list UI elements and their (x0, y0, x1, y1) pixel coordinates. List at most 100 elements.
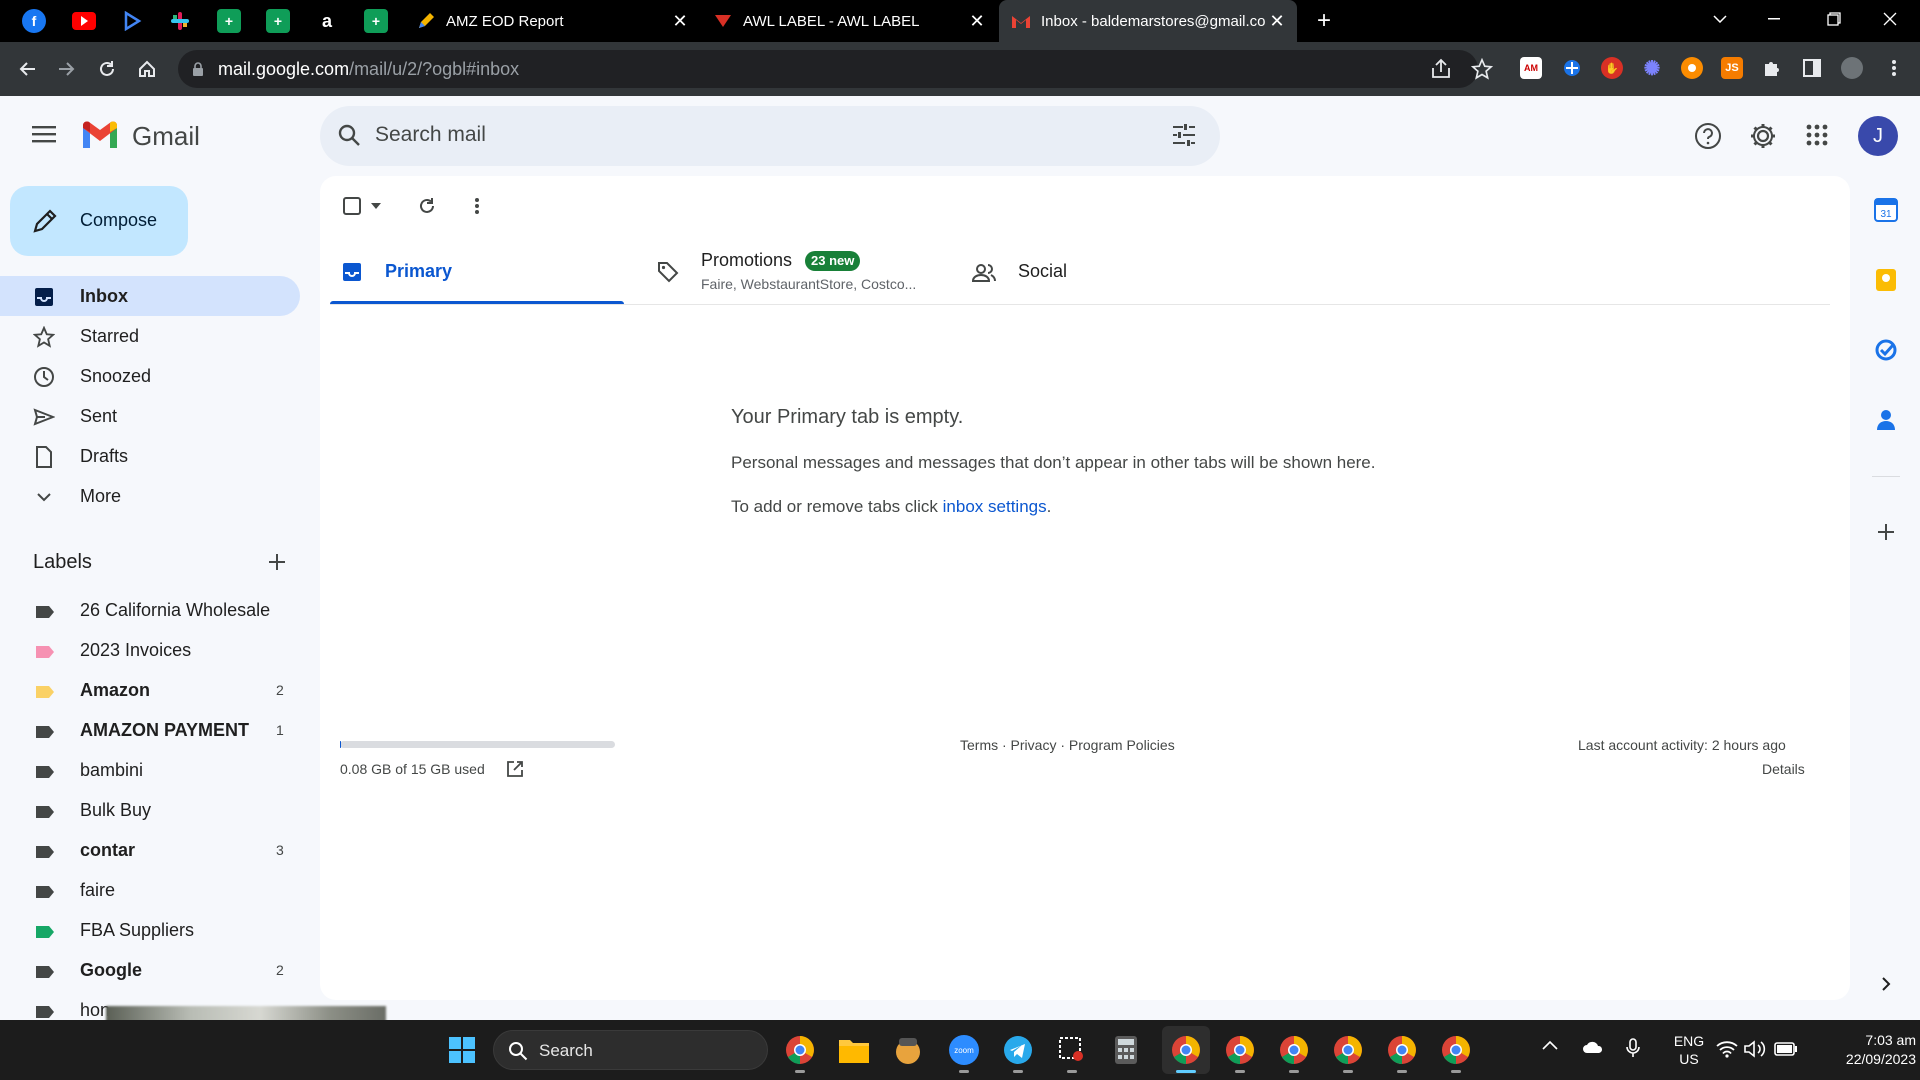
google-apps-icon[interactable] (1806, 124, 1828, 146)
tab-awl-label[interactable]: AWL LABEL - AWL LABEL ✕ (701, 0, 997, 42)
windows-start-icon[interactable] (444, 1032, 480, 1068)
microphone-icon[interactable] (1626, 1038, 1640, 1058)
chrome-profile-icon[interactable] (1438, 1032, 1474, 1068)
inbox-settings-link[interactable]: inbox settings (943, 497, 1047, 516)
close-icon[interactable]: ✕ (1267, 11, 1287, 31)
chrome-profile-icon[interactable] (1168, 1032, 1204, 1068)
more-options-icon[interactable] (459, 188, 495, 224)
extension-blue-icon[interactable] (1561, 57, 1583, 79)
amazon-icon[interactable]: a (315, 9, 339, 33)
gmail-logo-icon[interactable] (80, 120, 120, 150)
label-item[interactable]: contar 3 (0, 830, 300, 870)
compose-button[interactable]: Compose (10, 186, 188, 256)
keep-icon[interactable] (1872, 266, 1900, 294)
volume-icon[interactable] (1744, 1040, 1766, 1058)
chrome-profile-icon[interactable] (1330, 1032, 1366, 1068)
sidebar-item-inbox[interactable]: Inbox (0, 276, 300, 316)
calculator-icon[interactable] (1108, 1032, 1144, 1068)
new-tab-button[interactable]: + (1312, 9, 1336, 33)
taskbar-search-box[interactable]: Search (493, 1030, 768, 1070)
calendar-icon[interactable]: 31 (1872, 196, 1900, 224)
wifi-icon[interactable] (1716, 1040, 1738, 1058)
chrome-profile-icon[interactable] (1222, 1032, 1258, 1068)
telegram-icon[interactable] (1000, 1032, 1036, 1068)
label-item[interactable]: Google 2 (0, 950, 300, 990)
label-item[interactable]: 2023 Invoices (0, 630, 300, 670)
sidebar-item-drafts[interactable]: Drafts (0, 436, 300, 476)
back-button[interactable] (12, 54, 42, 84)
extension-circle-icon[interactable] (1681, 57, 1703, 79)
reload-button[interactable] (92, 54, 122, 84)
footer-links[interactable]: Terms · Privacy · Program Policies (960, 737, 1175, 753)
system-clock[interactable]: 7:03 am 22/09/2023 (1800, 1031, 1916, 1069)
account-avatar[interactable]: J (1858, 116, 1898, 156)
extension-star-icon[interactable]: ✺ (1641, 57, 1663, 80)
search-input[interactable]: Search mail (375, 123, 486, 147)
snipping-tool-icon[interactable] (1054, 1032, 1090, 1068)
activity-details-link[interactable]: Details (1762, 761, 1805, 777)
open-external-icon[interactable] (506, 760, 524, 778)
tab-promotions[interactable]: Promotions 23 new Faire, WebstaurantStor… (645, 244, 955, 304)
app-character-icon[interactable] (890, 1032, 926, 1068)
side-panel-icon[interactable] (1801, 57, 1823, 79)
settings-gear-icon[interactable] (1749, 122, 1777, 150)
label-item[interactable]: Bulk Buy (0, 790, 300, 830)
minimize-button[interactable] (1746, 0, 1802, 38)
label-item[interactable]: 26 California Wholesale (0, 590, 300, 630)
youtube-icon[interactable] (72, 9, 96, 33)
chrome-menu-icon[interactable] (1883, 57, 1905, 79)
sheets-icon[interactable]: + (217, 9, 241, 33)
extensions-puzzle-icon[interactable] (1761, 57, 1783, 79)
profile-avatar-icon[interactable] (1841, 57, 1863, 79)
refresh-icon[interactable] (409, 188, 445, 224)
label-item[interactable]: Amazon 2 (0, 670, 300, 710)
play-icon[interactable] (120, 9, 144, 33)
facebook-icon[interactable]: f (22, 9, 46, 33)
lock-icon[interactable] (192, 62, 204, 76)
label-item[interactable]: FBA Suppliers (0, 910, 300, 950)
tab-amz-eod-report[interactable]: AMZ EOD Report ✕ (404, 0, 700, 42)
sidebar-item-more[interactable]: More (0, 476, 300, 516)
zoom-icon[interactable]: zoom (946, 1032, 982, 1068)
restore-button[interactable] (1806, 0, 1862, 38)
label-item[interactable]: bambini (0, 750, 300, 790)
select-dropdown-icon[interactable] (362, 188, 390, 224)
tab-gmail-inbox[interactable]: Inbox - baldemarstores@gmail.com ✕ (999, 0, 1297, 42)
chrome-profile-icon[interactable] (1276, 1032, 1312, 1068)
forward-button[interactable] (52, 54, 82, 84)
search-options-icon[interactable] (1172, 124, 1196, 146)
tray-chevron-up-icon[interactable] (1542, 1040, 1558, 1050)
tab-primary[interactable]: Primary (330, 244, 624, 304)
language-indicator[interactable]: ENG US (1668, 1032, 1710, 1068)
tab-search-icon[interactable] (1692, 0, 1748, 38)
tasks-icon[interactable] (1872, 336, 1900, 364)
label-item[interactable]: faire (0, 870, 300, 910)
tab-social[interactable]: Social (960, 244, 1250, 304)
label-item[interactable]: AMAZON PAYMENT 1 (0, 710, 300, 750)
extension-amz-icon[interactable]: AM (1520, 57, 1542, 79)
sidebar-item-starred[interactable]: Starred (0, 316, 300, 356)
onedrive-cloud-icon[interactable] (1582, 1040, 1604, 1054)
file-explorer-icon[interactable] (836, 1032, 872, 1068)
sidebar-item-snoozed[interactable]: Snoozed (0, 356, 300, 396)
main-menu-icon[interactable] (32, 124, 58, 144)
close-icon[interactable]: ✕ (967, 11, 987, 31)
slack-icon[interactable] (168, 9, 192, 33)
search-icon[interactable] (337, 123, 361, 147)
battery-icon[interactable] (1774, 1042, 1798, 1056)
extension-hand-icon[interactable]: ✋ (1601, 57, 1623, 79)
sidebar-item-sent[interactable]: Sent (0, 396, 300, 436)
chrome-profile-icon[interactable] (1384, 1032, 1420, 1068)
contacts-icon[interactable] (1872, 406, 1900, 434)
bookmark-star-icon[interactable] (1471, 58, 1493, 80)
add-label-icon[interactable] (268, 553, 286, 571)
home-button[interactable] (132, 54, 162, 84)
chevron-right-icon[interactable] (1872, 970, 1900, 998)
sheets-icon[interactable]: + (364, 9, 388, 33)
close-window-button[interactable] (1862, 0, 1918, 38)
add-app-icon[interactable] (1872, 518, 1900, 546)
close-icon[interactable]: ✕ (670, 11, 690, 31)
share-icon[interactable] (1430, 58, 1452, 80)
chrome-profile-icon[interactable] (782, 1032, 818, 1068)
extension-js-icon[interactable]: JS (1721, 57, 1743, 79)
